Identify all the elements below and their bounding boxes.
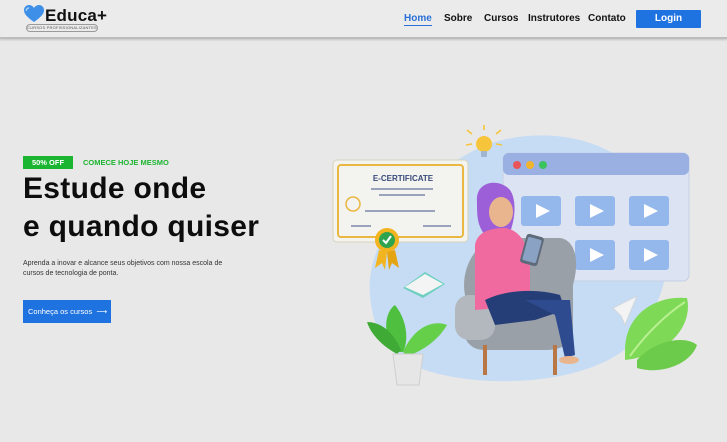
hero-title: Estude onde e quando quiser <box>23 170 259 246</box>
brand-name: Educa+ <box>45 6 108 25</box>
brand-logo[interactable]: Educa+ CURSOS PROFISSIONALIZANTES <box>24 5 107 33</box>
nav-contato[interactable]: Contato <box>588 13 626 24</box>
discount-badge: 50% OFF <box>23 156 73 169</box>
view-courses-button[interactable]: Conheça os cursos ⟶ <box>23 300 111 323</box>
certificate-title: E-CERTIFICATE <box>373 174 434 183</box>
window-maximize-dot <box>539 161 547 169</box>
promo-label: COMECE HOJE MESMO <box>83 158 169 167</box>
hero-illustration: E-CERTIFICATE <box>332 125 697 386</box>
arrow-right-icon: ⟶ <box>94 307 108 316</box>
hero-title-line-2: e quando quiser <box>23 210 260 243</box>
hero-description: Aprenda a inovar e alcance seus objetivo… <box>23 260 223 277</box>
nav-instrutores[interactable]: Instrutores <box>528 13 580 24</box>
site-header: Educa+ CURSOS PROFISSIONALIZANTES Home S… <box>0 0 727 39</box>
login-button[interactable]: Login <box>636 10 701 28</box>
window-minimize-dot <box>526 161 534 169</box>
window-close-dot <box>513 161 521 169</box>
nav-home[interactable]: Home <box>404 13 432 26</box>
heart-logo-icon <box>24 5 44 22</box>
nav-cursos[interactable]: Cursos <box>484 13 518 24</box>
cta-label: Conheça os cursos <box>28 307 93 316</box>
brand-tagline: CURSOS PROFISSIONALIZANTES <box>26 24 98 32</box>
nav-sobre[interactable]: Sobre <box>444 13 472 24</box>
hero-title-line-1: Estude onde <box>23 172 207 205</box>
